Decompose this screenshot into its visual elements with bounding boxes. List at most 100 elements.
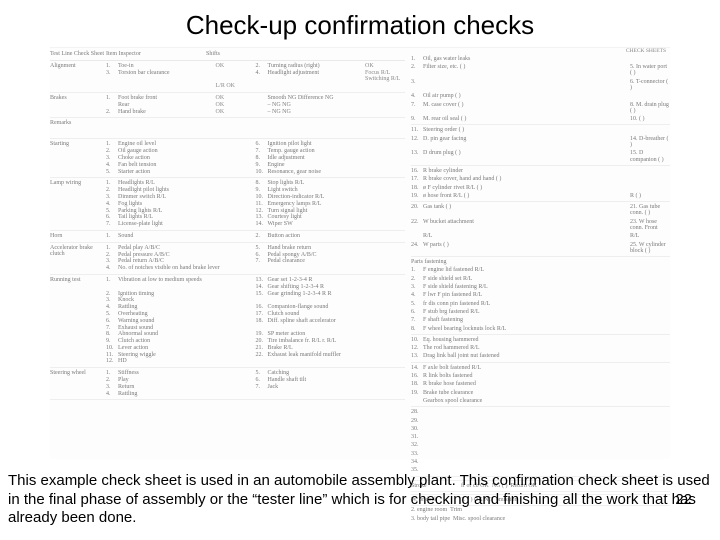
item-text: Resonance, gear noise xyxy=(268,169,404,175)
r-text: F shaft fastening xyxy=(423,317,630,323)
r-text: M. case cover ( ) xyxy=(423,102,630,115)
slide-title: Check-up confirmation checks xyxy=(0,0,720,47)
item-text: Rattling xyxy=(118,304,254,310)
item-num: 2. xyxy=(106,148,118,154)
check-item: – NG NG xyxy=(256,102,406,109)
item-text: Headlights R/L xyxy=(118,180,254,186)
item-text: Oil gauge action xyxy=(118,148,254,154)
r-ext: 21. Gas tube conn. ( ) xyxy=(630,204,670,217)
check-item: 14.Gear shifting 1-2-3-4 R xyxy=(256,284,406,291)
check-sheet-image: Test Line Check Sheet Item Inspector Shi… xyxy=(50,47,670,459)
r-text xyxy=(423,451,630,457)
item-text: Rear xyxy=(118,102,214,108)
r-text xyxy=(423,426,630,432)
check-item xyxy=(256,325,406,332)
item-num: 14. xyxy=(256,221,268,227)
item-num: 14. xyxy=(256,284,268,290)
check-item: 10.Lever action xyxy=(106,345,256,352)
item-text: Stiffness xyxy=(118,370,254,376)
item-text: Choke action xyxy=(118,155,254,161)
r-item: 11.Steering order ( ) xyxy=(411,126,670,134)
item-num: 8. xyxy=(106,331,118,337)
item-text: Pedal return A/B/C xyxy=(118,258,254,264)
r-text: R link bolts fastened xyxy=(423,373,630,379)
r-ext xyxy=(630,337,670,343)
sheet-header: Test Line Check Sheet Item Inspector Shi… xyxy=(50,48,405,61)
section-body: 1.Foot brake frontOKSmooth NG Difference… xyxy=(106,95,405,115)
item-num: 10. xyxy=(256,194,268,200)
section-label: Running test xyxy=(50,277,106,365)
r-num: 1. xyxy=(411,56,423,62)
r-num: 20. xyxy=(411,204,423,217)
r-item: 30. xyxy=(411,425,670,433)
item-text xyxy=(268,297,404,303)
r-num: 14. xyxy=(411,365,423,371)
left-column: Test Line Check Sheet Item Inspector Shi… xyxy=(50,48,405,459)
section-body: 1.Vibration at low to medium speeds13.Ge… xyxy=(106,277,405,365)
hdr-c: Shifts xyxy=(206,51,405,57)
check-item: 11.Steering wiggle xyxy=(106,352,256,359)
hdr-a: Test Line Check Sheet xyxy=(50,51,106,57)
check-item: 5.Overheating xyxy=(106,311,256,318)
r-item: 14.F axle bolt fastened R/L xyxy=(411,364,670,372)
item-text: Hand brake xyxy=(118,109,214,115)
check-item: 12.Turn signal light xyxy=(256,208,406,215)
r-ext: R ( ) xyxy=(630,193,670,199)
item-num: 4. xyxy=(106,304,118,310)
item-text: Lever action xyxy=(118,345,254,351)
check-item: 18.Diff. spline shaft accelerator xyxy=(256,318,406,325)
item-text: Engine oil level xyxy=(118,141,254,147)
r-num: 12. xyxy=(411,345,423,351)
r-ext xyxy=(630,127,670,133)
item-ext: Focus R/L Switching R/L xyxy=(363,70,403,83)
check-item: 8.Abnormal sound xyxy=(106,331,256,338)
item-text: Handle shaft tilt xyxy=(268,377,404,383)
item-num: 10. xyxy=(106,345,118,351)
r-ext xyxy=(630,353,670,359)
check-item: 6.Tail lights R/L xyxy=(106,214,256,221)
item-text: Vibration at low to medium speeds xyxy=(118,277,254,283)
r-text: ø F cylinder rivet R/L ( ) xyxy=(423,185,630,191)
check-item: 2.Headlight pilot lights xyxy=(106,187,256,194)
r-text: F engine lid fastened R/L xyxy=(423,267,630,273)
item-text: HD xyxy=(118,358,254,364)
r-ext xyxy=(630,442,670,448)
item-text: Pedal play A/B/C xyxy=(118,245,254,251)
item-num: 11. xyxy=(256,201,268,207)
check-item: 6.Handle shaft tilt xyxy=(256,377,406,384)
item-num: 4. xyxy=(106,162,118,168)
section-label: Brakes xyxy=(50,95,106,115)
r-item: 19.ø hose front R/L ( )R ( ) xyxy=(411,192,670,200)
r-item: 7.M. case cover ( )8. M. drain plug ( ) xyxy=(411,101,670,116)
r-ext xyxy=(630,365,670,371)
r-item: 9.M. rear oil seal ( )10. ( ) xyxy=(411,115,670,123)
item-text: No. of notches visible on hand brake lev… xyxy=(118,265,403,271)
item-num: 5. xyxy=(256,245,268,251)
item-num: 1. xyxy=(106,277,118,283)
r-text: F lwr F pin fastened R/L xyxy=(423,292,630,298)
r-num: 3. xyxy=(411,79,423,92)
item-text: Play xyxy=(118,377,254,383)
r-num: 16. xyxy=(411,168,423,174)
item-text: Rattling xyxy=(118,391,254,397)
item-text: Clutch sound xyxy=(268,311,404,317)
r-num: 32. xyxy=(411,442,423,448)
item-text: Dimmer switch R/L xyxy=(118,194,254,200)
section-body: 1.Headlights R/L8.Stop lights R/L2.Headl… xyxy=(106,180,405,228)
check-item: 10.Direction-indicator R/L xyxy=(256,194,406,201)
item-ext: OK xyxy=(214,109,254,115)
r-text: Filter size, etc. ( ) xyxy=(423,64,630,77)
item-num: 4. xyxy=(106,391,118,397)
item-num: 1. xyxy=(106,95,118,101)
check-item: 7.Jack xyxy=(256,384,406,391)
r-ext xyxy=(630,292,670,298)
check-item: 1.Headlights R/L xyxy=(106,180,256,187)
item-text: Emergency lamps R/L xyxy=(268,201,404,207)
r-section-label: Parts fastening xyxy=(411,258,670,266)
r-ext xyxy=(630,326,670,332)
r-num: 29. xyxy=(411,418,423,424)
item-text: Turning radius (right) xyxy=(268,63,364,69)
item-ext: OK xyxy=(214,63,254,69)
r-item: 13.Drag link ball joint nut fastened xyxy=(411,352,670,360)
r-num xyxy=(411,233,423,239)
